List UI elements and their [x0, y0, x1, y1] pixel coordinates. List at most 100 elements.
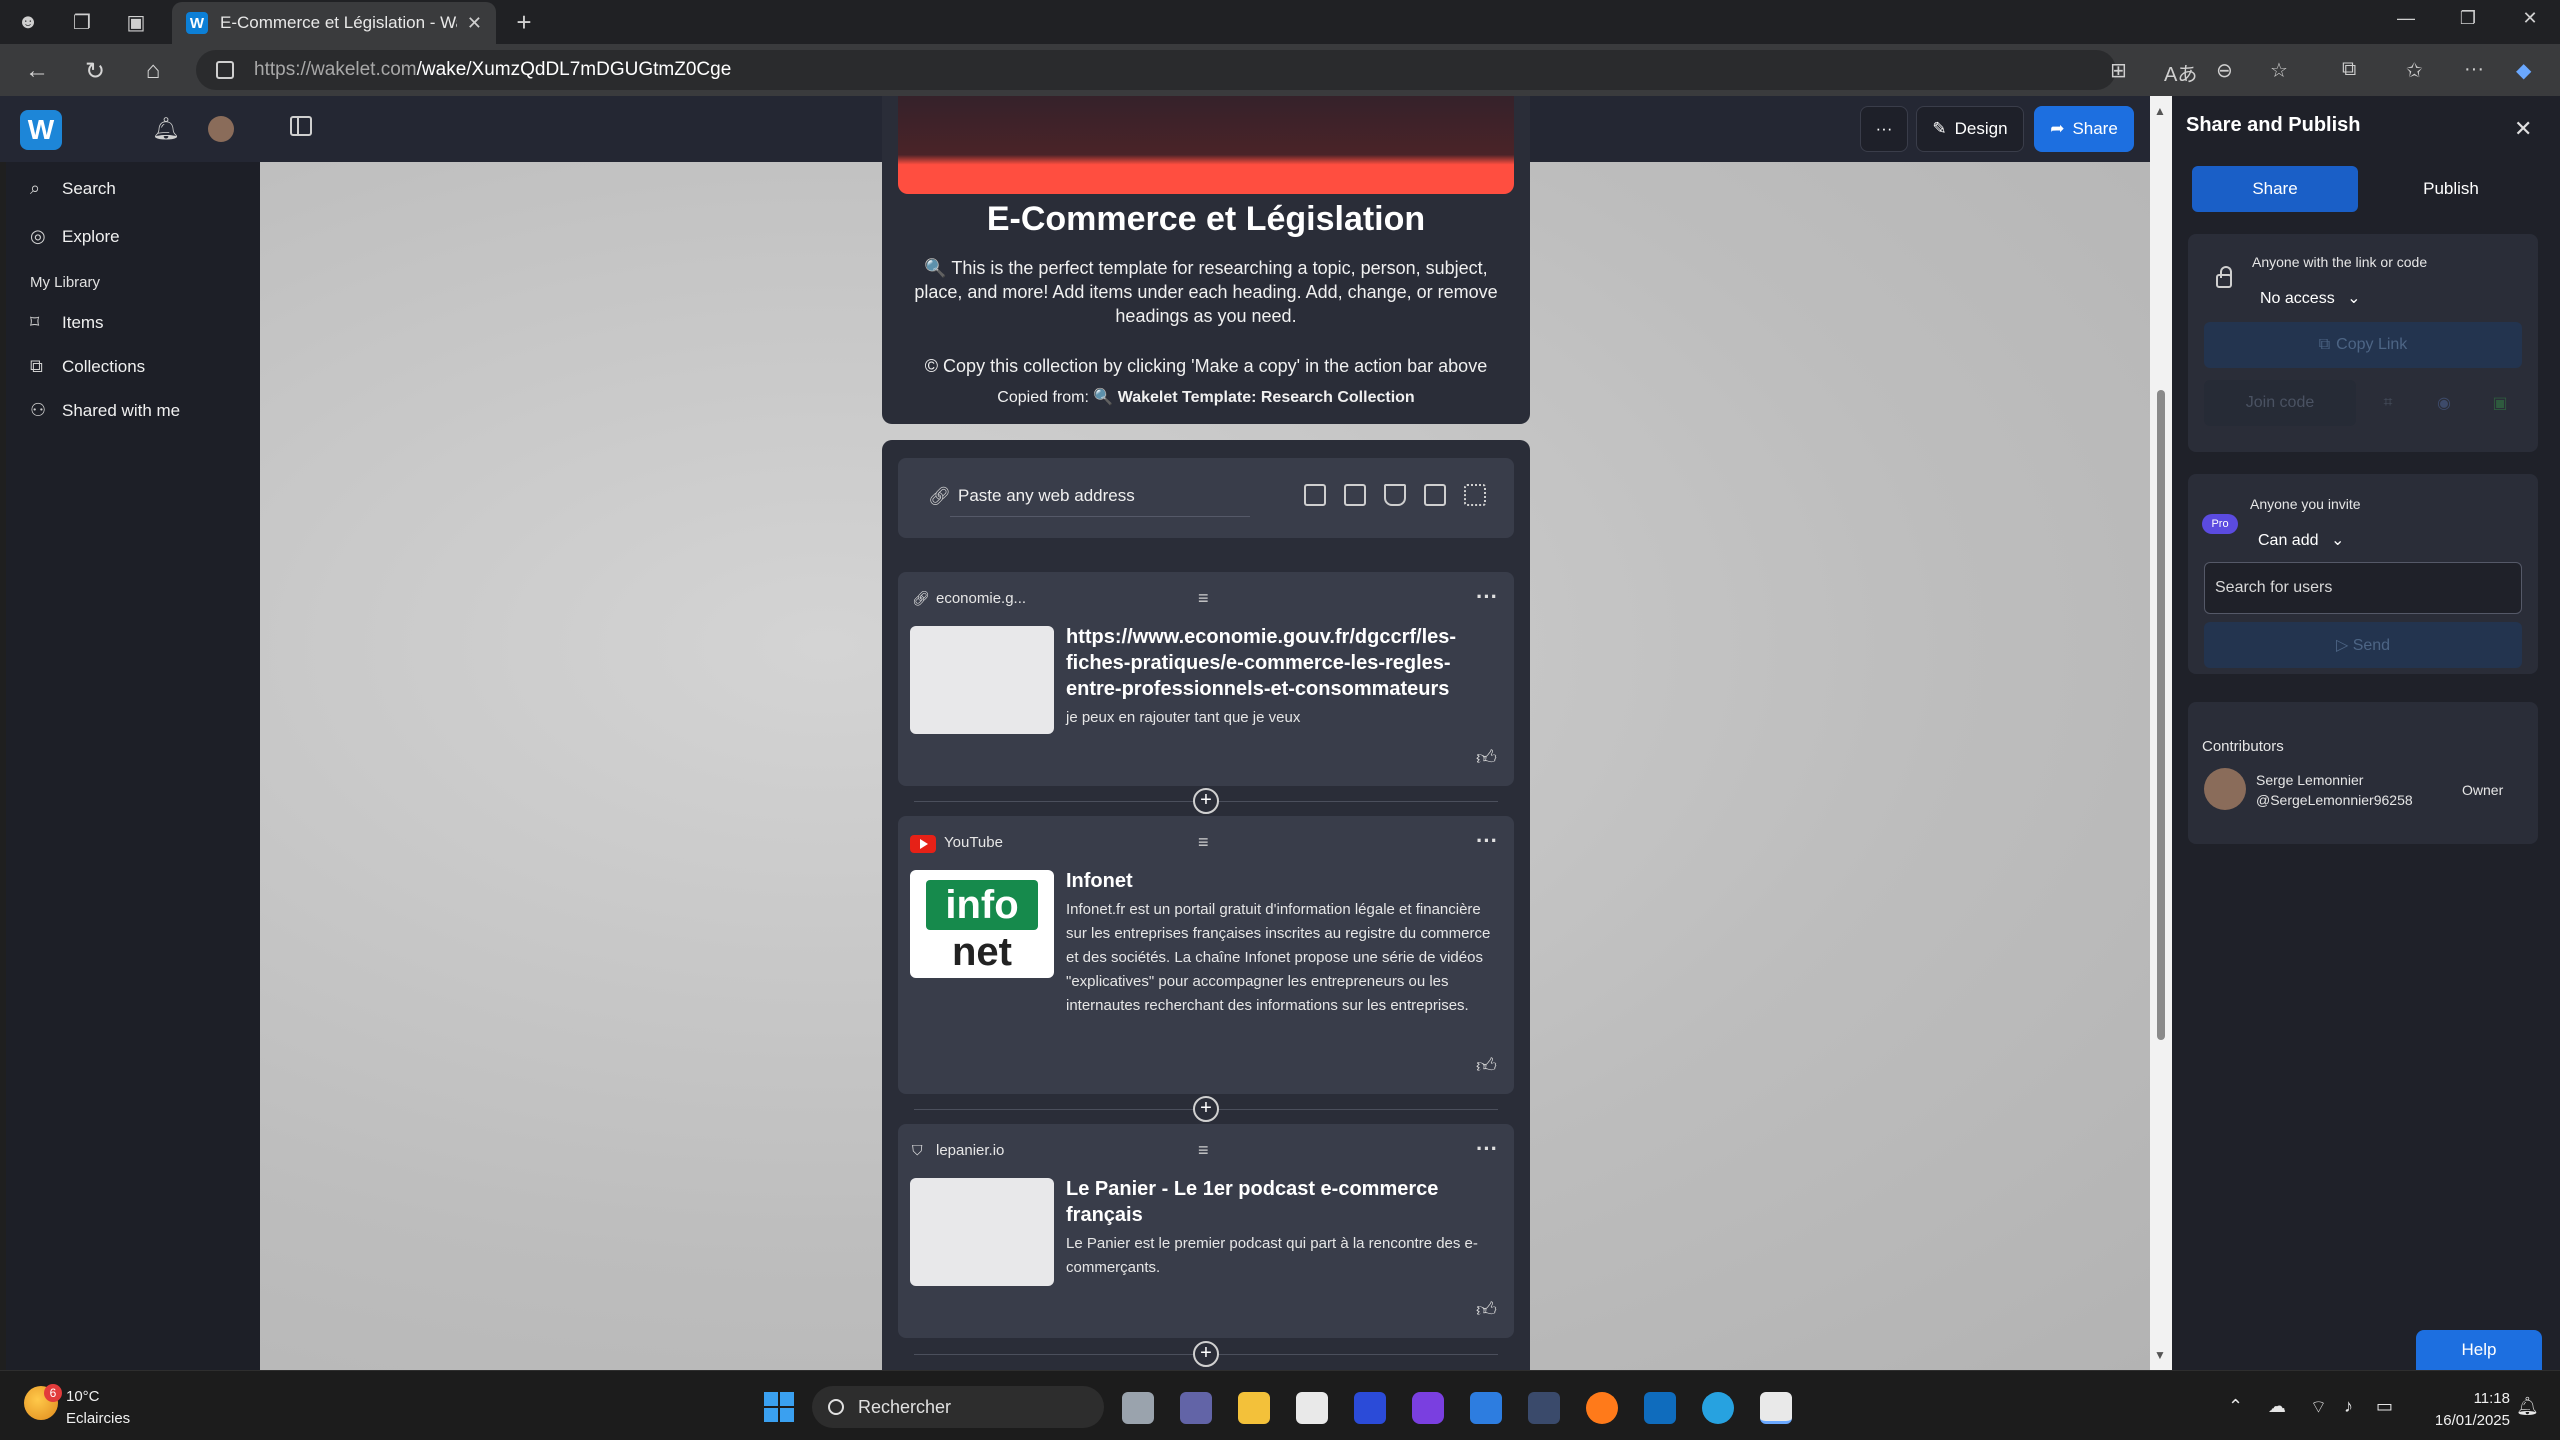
drag-handle-icon[interactable]: ≡ — [1198, 1140, 1209, 1161]
share-button[interactable]: ➦ Share — [2034, 106, 2134, 152]
user-avatar[interactable] — [208, 116, 234, 142]
add-bookmark-icon[interactable] — [1384, 484, 1406, 506]
search-users-input[interactable]: Search for users — [2204, 562, 2522, 614]
clock-date[interactable]: 16/01/2025 — [2410, 1412, 2510, 1429]
browser-tab-active[interactable]: W E-Commerce et Législation - Wak ✕ — [172, 2, 496, 44]
drag-handle-icon[interactable]: ≡ — [1198, 832, 1209, 853]
onedrive-icon[interactable]: ☁ — [2268, 1396, 2286, 1417]
like-icon[interactable]: 👍︎ — [1476, 1054, 1497, 1078]
send-button[interactable]: ▷ Send — [2204, 622, 2522, 668]
firefox-icon[interactable] — [1586, 1392, 1618, 1424]
item-title[interactable]: Le Panier - Le 1er podcast e-commerce fr… — [1066, 1176, 1498, 1228]
tab-share[interactable]: Share — [2192, 166, 2358, 212]
minimize-icon[interactable]: — — [2386, 8, 2426, 29]
edge-icon[interactable] — [1702, 1392, 1734, 1424]
copy-icon: ⧉ — [2318, 336, 2331, 353]
file-explorer-icon[interactable] — [1238, 1392, 1270, 1424]
wakelet-logo[interactable]: W — [20, 110, 62, 150]
pen-app-icon[interactable] — [1354, 1392, 1386, 1424]
wifi-icon[interactable]: ⌔ — [2310, 1396, 2327, 1419]
sidebar-item-shared[interactable]: ⚇ Shared with me — [30, 400, 180, 421]
paste-url-input[interactable]: Paste any web address — [958, 486, 1135, 506]
notifications-icon[interactable]: 🔔︎ — [2516, 1396, 2539, 1417]
add-more-icon[interactable] — [1464, 484, 1486, 506]
link-access-dropdown[interactable]: No access ⌄ — [2260, 288, 2361, 308]
add-text-icon[interactable] — [1304, 484, 1326, 506]
restore-icon[interactable]: ❐ — [2448, 8, 2488, 29]
volume-icon[interactable]: ♪ — [2344, 1396, 2353, 1417]
design-button[interactable]: ✎ Design — [1916, 106, 2024, 152]
like-icon[interactable]: 👍︎ — [1476, 746, 1497, 770]
notifications-bell-icon[interactable]: 🔔︎ — [152, 116, 180, 142]
close-tab-icon[interactable]: ✕ — [467, 13, 482, 34]
tab-title: E-Commerce et Législation - Wak — [220, 13, 457, 32]
outlook-icon[interactable] — [1644, 1392, 1676, 1424]
home-icon[interactable]: ⌂ — [136, 54, 170, 88]
add-between-button[interactable]: + — [1193, 788, 1219, 814]
join-code-button[interactable]: Join code — [2204, 380, 2356, 426]
item-title[interactable]: Infonet — [1066, 868, 1498, 894]
more-actions-button[interactable]: ··· — [1860, 106, 1908, 152]
battery-icon[interactable]: ▭ — [2376, 1396, 2393, 1417]
close-panel-icon[interactable]: ✕ — [2514, 116, 2532, 142]
settings-more-icon[interactable]: ··· — [2464, 58, 2484, 81]
site-info-icon[interactable] — [216, 61, 234, 79]
drag-handle-icon[interactable]: ≡ — [1198, 588, 1209, 609]
copilot-app-icon[interactable] — [1412, 1392, 1444, 1424]
sidebar-item-collections[interactable]: ⧉ Collections — [30, 356, 145, 377]
extensions-icon[interactable]: ⧉ — [2342, 58, 2356, 81]
add-between-button[interactable]: + — [1193, 1096, 1219, 1122]
scroll-up-icon[interactable]: ▲ — [2154, 104, 2166, 118]
scroll-down-icon[interactable]: ▼ — [2154, 1348, 2166, 1362]
qr-code-icon[interactable]: ⌗ — [2368, 380, 2408, 426]
active-app-icon[interactable] — [1760, 1392, 1792, 1424]
item-menu-icon[interactable]: ··· — [1476, 584, 1498, 610]
taskbar-search[interactable]: Rechercher — [812, 1386, 1104, 1428]
teams-icon[interactable] — [1180, 1392, 1212, 1424]
item-thumbnail[interactable] — [910, 1178, 1054, 1286]
tab-actions-icon[interactable]: ▣ — [120, 6, 152, 38]
add-file-icon[interactable] — [1424, 484, 1446, 506]
item-thumbnail[interactable]: info net — [910, 870, 1054, 978]
url-field[interactable]: https://wakelet.com/wake/XumzQdDL7mDGUGt… — [196, 50, 2116, 90]
app-available-icon[interactable]: ⊞ — [2110, 58, 2127, 83]
copied-from-link[interactable]: 🔍 Wakelet Template: Research Collection — [1093, 389, 1414, 406]
photos-icon[interactable] — [1528, 1392, 1560, 1424]
sidebar-item-explore[interactable]: ◎ Explore — [30, 226, 120, 247]
new-tab-icon[interactable]: + — [508, 6, 540, 38]
item-menu-icon[interactable]: ··· — [1476, 828, 1498, 854]
show-hidden-icons-icon[interactable]: ⌃ — [2228, 1396, 2243, 1417]
back-icon[interactable]: ← — [20, 54, 54, 88]
task-view-icon[interactable] — [1122, 1392, 1154, 1424]
windows-start-icon[interactable] — [764, 1392, 794, 1422]
item-title[interactable]: https://www.economie.gouv.fr/dgccrf/les-… — [1066, 624, 1498, 702]
close-window-icon[interactable]: ✕ — [2510, 8, 2550, 29]
favorite-star-icon[interactable]: ☆ — [2270, 58, 2288, 83]
zoom-icon[interactable]: ⊖ — [2216, 58, 2233, 83]
copy-link-button[interactable]: ⧉ Copy Link — [2204, 322, 2522, 368]
item-thumbnail[interactable] — [910, 626, 1054, 734]
read-aloud-icon[interactable]: Aあ — [2164, 58, 2197, 87]
favorites-icon[interactable]: ✩ — [2406, 58, 2423, 83]
copilot-icon[interactable]: ◆ — [2516, 58, 2531, 83]
microsoft-teams-icon[interactable]: ◉ — [2424, 380, 2464, 426]
workspaces-icon[interactable]: ❐ — [66, 6, 98, 38]
todo-icon[interactable] — [1470, 1392, 1502, 1424]
microsoft-store-icon[interactable] — [1296, 1392, 1328, 1424]
panel-title: Share and Publish — [2186, 114, 2361, 136]
profile-icon[interactable]: ☻ — [12, 6, 44, 38]
toggle-sidebar-icon[interactable] — [290, 116, 312, 136]
sidebar-item-items[interactable]: ⌑ Items — [30, 312, 104, 333]
add-between-button[interactable]: + — [1193, 1341, 1219, 1367]
google-classroom-icon[interactable]: ▣ — [2480, 380, 2520, 426]
scrollbar-thumb[interactable] — [2157, 390, 2165, 1040]
item-menu-icon[interactable]: ··· — [1476, 1136, 1498, 1162]
invite-access-dropdown[interactable]: Can add ⌄ — [2258, 530, 2344, 550]
sidebar-item-search[interactable]: ⌕ Search — [30, 178, 116, 199]
help-button[interactable]: Help — [2416, 1330, 2542, 1370]
like-icon[interactable]: 👍︎ — [1476, 1298, 1497, 1322]
clock-time[interactable]: 11:18 — [2410, 1390, 2510, 1407]
reload-icon[interactable]: ↻ — [78, 54, 112, 88]
add-image-icon[interactable] — [1344, 484, 1366, 506]
tab-publish[interactable]: Publish — [2368, 166, 2534, 212]
